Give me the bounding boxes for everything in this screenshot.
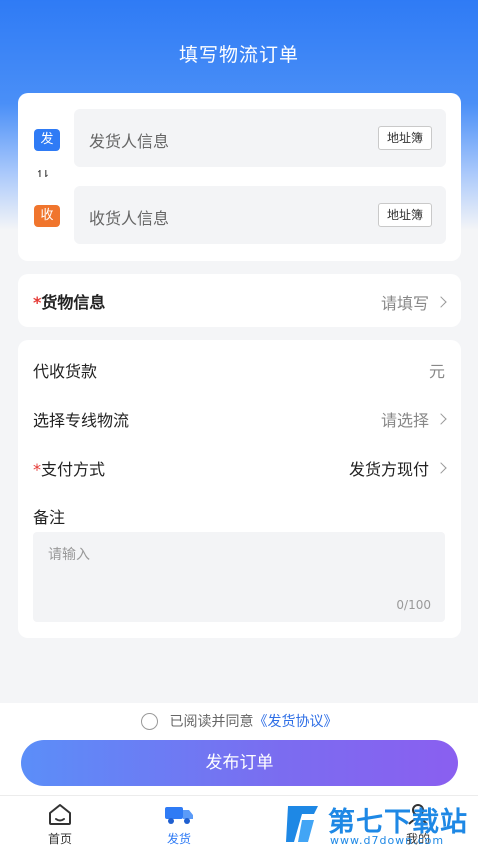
goods-info-text: 货物信息 [41,293,106,312]
watermark-url: www.d7down.com [330,834,445,847]
receiver-address-book-button[interactable]: 地址簿 [377,203,432,227]
agreement-radio[interactable] [140,712,158,730]
tab-ship-label: 发货 [166,832,191,846]
logistics-line-label: 选择专线物流 [33,411,130,430]
swap-icon[interactable]: ↿⇂ [36,166,50,181]
order-details-card: 代收货款 元 选择专线物流 请选择 *支付方式 发货方现付 备注 请输入 0/1… [18,340,461,638]
receiver-info-placeholder: 收货人信息 [89,209,170,228]
chevron-right-icon [435,462,447,474]
goods-info-row[interactable]: *货物信息 请填写 [18,274,461,327]
payment-method-value: 发货方现付 [348,460,429,479]
page-title: 填写物流订单 [178,44,299,66]
logistics-line-value: 请选择 [380,411,429,430]
tab-home-label: 首页 [47,832,72,846]
cod-unit: 元 [428,362,445,381]
truck-icon [165,807,193,824]
logistics-line-select[interactable]: 请选择 [380,407,447,431]
chevron-right-icon [435,296,447,308]
d7-logo-icon [286,806,318,842]
remark-label: 备注 [33,508,66,527]
payment-method-select[interactable]: 发货方现付 [348,456,447,480]
remark-textarea[interactable]: 请输入 0/100 [33,532,445,622]
goods-info-value[interactable]: 请填写 [380,290,447,314]
publish-order-button[interactable]: 发布订单 [21,740,458,786]
receiver-badge: 收 [34,205,60,227]
goods-info-value-text: 请填写 [380,294,429,313]
receiver-info-field[interactable]: 收货人信息 地址簿 [74,186,446,244]
goods-info-label: *货物信息 [33,289,105,313]
agreement-row: 已阅读并同意 《发货协议》 [0,711,478,731]
site-watermark: 第七下载站 www.d7down.com [284,800,474,850]
bottom-action-area: 已阅读并同意 《发货协议》 发布订单 [0,703,478,795]
chevron-right-icon [435,413,447,425]
tab-ship[interactable]: 发货 [144,802,214,847]
cod-input[interactable]: 元 [429,358,445,382]
sender-address-book-button[interactable]: 地址簿 [377,126,432,150]
cod-label: 代收货款 [33,362,98,381]
agreement-text: 已阅读并同意 [169,714,254,730]
remark-placeholder: 请输入 [48,547,90,563]
sender-badge: 发 [34,129,60,151]
payment-method-text: 支付方式 [41,460,106,479]
tab-home[interactable]: 首页 [25,802,95,847]
agreement-link[interactable]: 《发货协议》 [254,711,338,731]
remark-char-count: 0/100 [396,598,431,612]
home-icon [49,804,71,825]
sender-info-field[interactable]: 发货人信息 地址簿 [74,109,446,167]
address-card: 发 ↿⇂ 收 发货人信息 地址簿 收货人信息 地址簿 [18,93,461,261]
sender-info-placeholder: 发货人信息 [89,132,170,151]
required-mark: * [33,460,41,479]
payment-method-label: *支付方式 [33,456,105,480]
